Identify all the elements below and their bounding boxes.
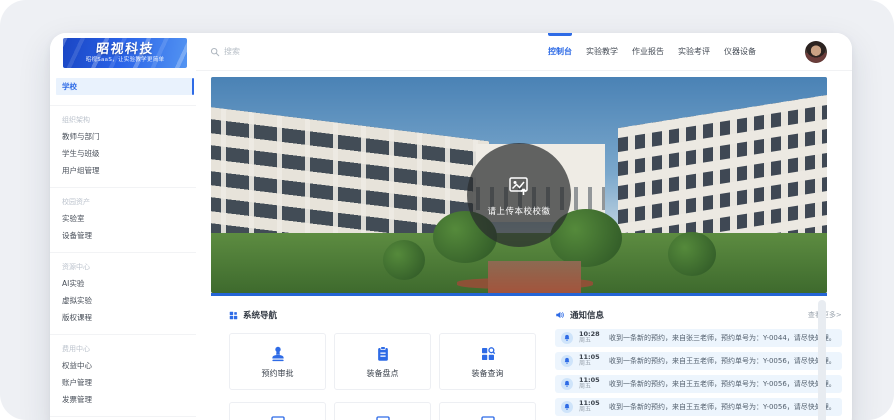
grid-search-icon (479, 345, 497, 363)
sidebar-section-title: 校园资产 (50, 194, 196, 210)
bell-icon (561, 378, 573, 390)
grid-icon (229, 311, 238, 320)
top-nav: 控制台实验教学作业报告实验考评仪器设备 (548, 33, 756, 70)
nav-card-label: 装备查询 (472, 368, 504, 379)
page-background: 昭视科技 昭视SaaS，让实验教学更简单 搜索 控制台实验教学作业报告实验考评仪… (0, 0, 894, 420)
sidebar-section: 资源中心 AI实验虚拟实验版权课程 (50, 252, 196, 330)
notification-row[interactable]: 11:05 周五 收到一条新的预约，来自王五老师，预约单号为：Y-0056，请尽… (555, 398, 842, 416)
sidebar-item[interactable]: 学生与班级 (50, 145, 196, 162)
notification-day: 周五 (579, 407, 603, 414)
photo-tree (668, 232, 716, 276)
system-nav-panel: 系统导航 预约审批 装备盘点 装备查询 (211, 303, 536, 420)
sidebar-item[interactable]: AI实验 (50, 275, 196, 292)
notifications-title: 通知信息 (570, 309, 604, 321)
sidebar: 学校 组织架构 教师与部门学生与班级用户组管理 校园资产 实验室设备管理 资源中… (50, 70, 196, 420)
top-nav-item[interactable]: 仪器设备 (724, 33, 756, 70)
partial-icon (269, 414, 287, 420)
top-nav-item[interactable]: 控制台 (548, 33, 572, 70)
scrollbar-thumb[interactable] (818, 300, 826, 420)
notification-text: 收到一条新的预约，来自王五老师，预约单号为：Y-0056，请尽快处理。 (609, 402, 836, 412)
notifications-panel: 通知信息 查看更多> 10:28 周五 收到一条新的预约，来自张三老师，预约单号… (549, 303, 860, 420)
notification-day: 周五 (579, 384, 603, 391)
top-nav-item[interactable]: 实验教学 (586, 33, 618, 70)
top-bar: 昭视科技 昭视SaaS，让实验教学更简单 搜索 控制台实验教学作业报告实验考评仪… (50, 33, 852, 71)
app-window: 昭视科技 昭视SaaS，让实验教学更简单 搜索 控制台实验教学作业报告实验考评仪… (50, 33, 852, 420)
search-input[interactable]: 搜索 (210, 33, 240, 70)
bell-icon (561, 401, 573, 413)
sidebar-section: 校园资产 实验室设备管理 (50, 187, 196, 248)
sidebar-item[interactable]: 虚拟实验 (50, 292, 196, 309)
sidebar-section-title: 资源中心 (50, 259, 196, 275)
sidebar-item[interactable]: 教师与部门 (50, 128, 196, 145)
nav-card[interactable] (439, 402, 536, 420)
nav-card[interactable]: 预约审批 (229, 333, 326, 390)
sidebar-section-title: 费用中心 (50, 341, 196, 357)
image-upload-icon (506, 174, 532, 198)
nav-cards-row-1: 预约审批 装备盘点 装备查询 (229, 333, 536, 390)
system-nav-header: 系统导航 (229, 303, 536, 329)
main-content: 请上传本校校徽 系统导航 预约审批 (196, 70, 852, 420)
notification-day: 周五 (579, 361, 603, 368)
bell-icon (561, 332, 573, 344)
system-nav-title: 系统导航 (243, 309, 277, 321)
nav-card[interactable]: 装备盘点 (334, 333, 431, 390)
brand-logo[interactable]: 昭视科技 昭视SaaS，让实验教学更简单 (63, 38, 187, 68)
sidebar-section: 学校 (50, 76, 196, 101)
partial-icon (479, 414, 497, 420)
bell-icon (561, 355, 573, 367)
sidebar-section: 组织架构 教师与部门学生与班级用户组管理 (50, 105, 196, 183)
top-nav-item[interactable]: 实验考评 (678, 33, 710, 70)
notification-row[interactable]: 11:05 周五 收到一条新的预约，来自王五老师，预约单号为：Y-0056，请尽… (555, 375, 842, 393)
top-nav-item[interactable]: 作业报告 (632, 33, 664, 70)
brand-slogan: 昭视SaaS，让实验教学更简单 (86, 58, 165, 64)
nav-card[interactable] (334, 402, 431, 420)
clipboard-icon (374, 345, 392, 363)
partial-icon (374, 414, 392, 420)
notification-day: 周五 (579, 338, 603, 345)
notification-text: 收到一条新的预约，来自王五老师，预约单号为：Y-0056，请尽快处理。 (609, 356, 836, 366)
notification-row[interactable]: 11:05 周五 收到一条新的预约，来自王五老师，预约单号为：Y-0056，请尽… (555, 352, 842, 370)
upload-school-logo-button[interactable]: 请上传本校校徽 (467, 143, 571, 247)
search-icon (210, 47, 220, 57)
search-placeholder: 搜索 (224, 46, 240, 57)
sidebar-item[interactable]: 发票管理 (50, 391, 196, 408)
sidebar-section: 费用中心 权益中心账户管理发票管理 (50, 334, 196, 412)
brand-name: 昭视科技 (95, 43, 154, 56)
nav-card-label: 预约审批 (262, 368, 294, 379)
sidebar-section-title: 组织架构 (50, 112, 196, 128)
sidebar-item[interactable]: 版权课程 (50, 309, 196, 326)
notifications-header: 通知信息 查看更多> (555, 303, 842, 329)
sidebar-item[interactable]: 用户组管理 (50, 162, 196, 179)
dashboard-panels: 系统导航 预约审批 装备盘点 装备查询 (211, 303, 827, 420)
hero-underline (211, 293, 827, 296)
sidebar-item[interactable]: 实验室 (50, 210, 196, 227)
notification-text: 收到一条新的预约，来自王五老师，预约单号为：Y-0056，请尽快处理。 (609, 379, 836, 389)
user-avatar[interactable] (805, 41, 827, 63)
notification-text: 收到一条新的预约，来自张三老师，预约单号为：Y-0044，请尽快处理。 (609, 333, 836, 343)
nav-card[interactable] (229, 402, 326, 420)
sidebar-item[interactable]: 权益中心 (50, 357, 196, 374)
nav-card[interactable]: 装备查询 (439, 333, 536, 390)
sidebar-item[interactable]: 学校 (56, 78, 192, 95)
upload-hint-text: 请上传本校校徽 (487, 205, 550, 217)
stamp-icon (269, 345, 287, 363)
sidebar-item[interactable]: 账户管理 (50, 374, 196, 391)
notification-row[interactable]: 10:28 周五 收到一条新的预约，来自张三老师，预约单号为：Y-0044，请尽… (555, 329, 842, 347)
nav-cards-row-2 (229, 402, 536, 420)
nav-card-label: 装备盘点 (367, 368, 399, 379)
speaker-icon (555, 310, 565, 320)
sidebar-section: 数据中心 系统概况 (50, 416, 196, 420)
photo-path (488, 261, 580, 293)
sidebar-item[interactable]: 设备管理 (50, 227, 196, 244)
campus-photo: 请上传本校校徽 (211, 77, 827, 293)
notification-list: 10:28 周五 收到一条新的预约，来自张三老师，预约单号为：Y-0044，请尽… (555, 329, 842, 416)
